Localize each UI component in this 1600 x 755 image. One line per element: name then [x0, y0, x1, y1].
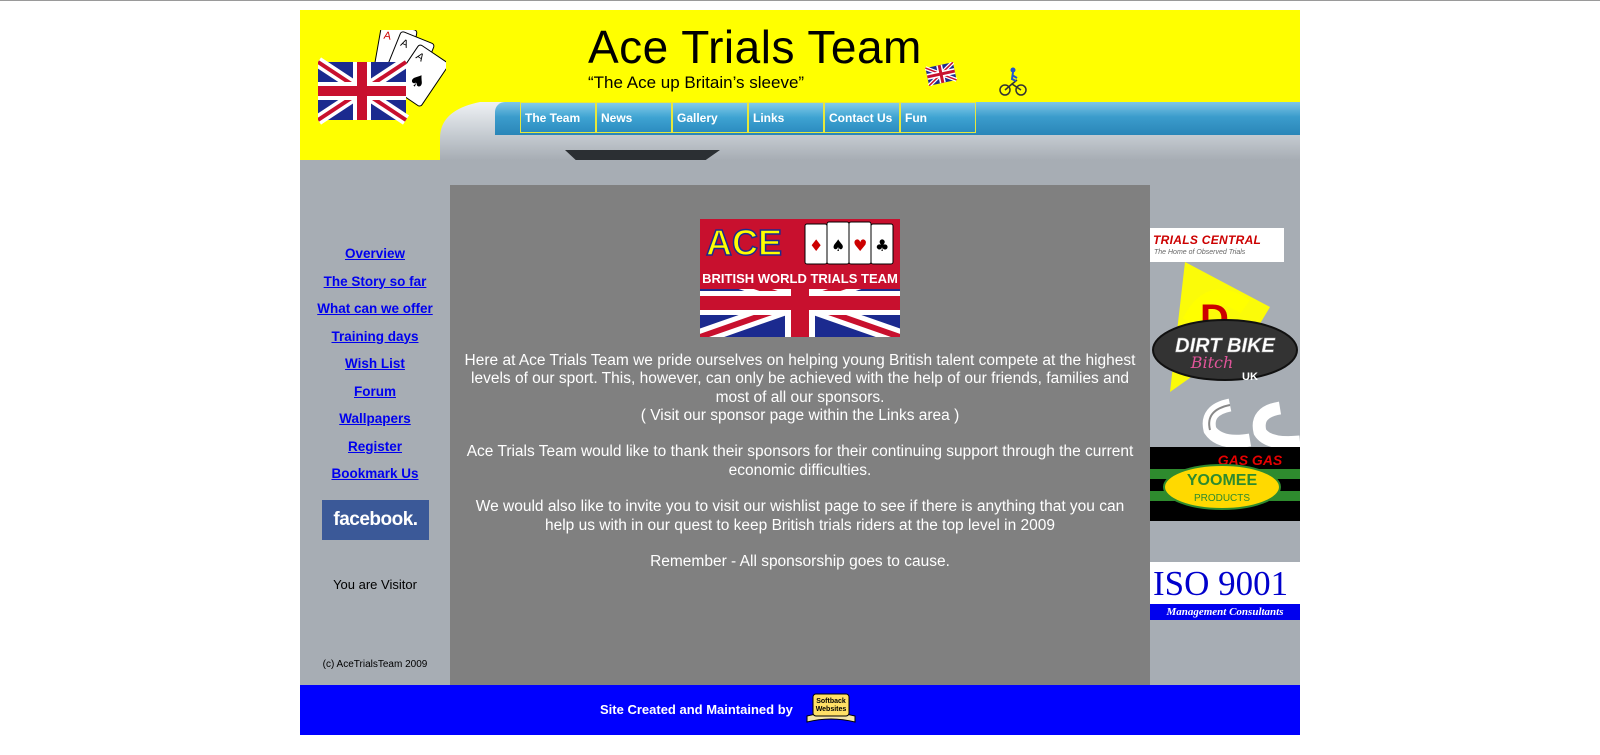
side-nav: Overview The Story so far What can we of… — [300, 245, 450, 493]
small-union-jack-icon — [925, 62, 957, 86]
iso-title: ISO 9001 — [1153, 564, 1289, 603]
svg-text:♣: ♣ — [875, 236, 889, 255]
visitor-counter: You are Visitor — [333, 577, 417, 592]
dirtbike-uk: UK — [1242, 371, 1258, 383]
trials-rider-icon — [999, 67, 1027, 96]
site-title: Ace Trials Team — [588, 21, 922, 73]
intro-paragraph-3: We would also like to invite you to visi… — [475, 498, 1125, 534]
intro-paragraph-4: Remember - All sponsorship goes to cause… — [650, 553, 950, 571]
iso-subtitle: Management Consultants — [1150, 604, 1300, 620]
nav-contact-us[interactable]: Contact Us — [824, 102, 900, 133]
intro-links-note: ( Visit our sponsor page within the Link… — [640, 406, 960, 424]
side-link-overview[interactable]: Overview — [300, 245, 450, 273]
side-link-story[interactable]: The Story so far — [300, 273, 450, 301]
nav-gallery[interactable]: Gallery — [672, 102, 748, 133]
banner-cards: ♦ ♠ ♥ ♣ — [804, 221, 894, 265]
yoomee-text: YOOMEE — [1187, 472, 1258, 489]
main-content: ACE ♦ ♠ ♥ ♣ BRITISH WORLD TRIALS TEAM He… — [450, 185, 1150, 695]
site-wrapper: A A A ♠ Ace Trials Team “The Ace up Brit… — [300, 10, 1300, 735]
main-nav: The Team News Gallery Links Contact Us F… — [520, 102, 976, 135]
sponsor-column: TRIALS CENTRAL The Home of Observed Tria… — [1150, 185, 1300, 695]
footer-credit: Site Created and Maintained by — [600, 702, 793, 717]
union-jack-cards-logo: A A A ♠ — [318, 30, 446, 125]
intro-paragraph-2: Ace Trials Team would like to thank thei… — [466, 443, 1134, 479]
footer: Site Created and Maintained by Softback … — [300, 685, 1300, 735]
intro-paragraph-1: Here at Ace Trials Team we pride ourselv… — [464, 352, 1136, 406]
gasgas-yoomee-logo[interactable]: GAS GAS YOOMEE PRODUCTS — [1150, 447, 1300, 521]
intro-text: Here at Ace Trials Team we pride ourselv… — [460, 352, 1140, 590]
top-border — [0, 0, 1600, 1]
facebook-badge[interactable]: facebook. — [322, 500, 429, 540]
badge-line-1: Softback — [816, 698, 846, 705]
left-sidebar: Overview The Story so far What can we of… — [300, 185, 450, 695]
trials-central-tagline: The Home of Observed Trials — [1154, 249, 1246, 256]
side-link-forum[interactable]: Forum — [300, 383, 450, 411]
side-link-offer[interactable]: What can we offer — [300, 300, 450, 328]
side-link-wishlist[interactable]: Wish List — [300, 355, 450, 383]
side-link-training[interactable]: Training days — [300, 328, 450, 356]
svg-text:♥: ♥ — [853, 236, 867, 255]
nav-news[interactable]: News — [596, 102, 672, 133]
badge-line-2: Websites — [816, 706, 847, 713]
nav-fun[interactable]: Fun — [900, 102, 976, 133]
svg-text:♠: ♠ — [831, 236, 845, 255]
side-link-bookmark[interactable]: Bookmark Us — [300, 465, 450, 493]
dirtbike-script: Bitch — [1190, 353, 1234, 372]
header: A A A ♠ Ace Trials Team “The Ace up Brit… — [300, 10, 1300, 178]
banner-ace-text: ACE — [706, 222, 782, 263]
nav-the-team[interactable]: The Team — [520, 102, 596, 133]
trials-central-logo[interactable]: TRIALS CENTRAL The Home of Observed Tria… — [1150, 228, 1284, 262]
side-link-register[interactable]: Register — [300, 438, 450, 466]
softback-websites-badge[interactable]: Softback Websites — [805, 692, 857, 724]
site-tagline: “The Ace up Britain’s sleeve” — [588, 73, 805, 92]
banner-subtitle: BRITISH WORLD TRIALS TEAM — [702, 271, 898, 286]
svg-text:♦: ♦ — [809, 236, 823, 255]
copyright: (c) AceTrialsTeam 2009 — [322, 659, 428, 670]
gg-swoosh-logo — [1202, 398, 1300, 449]
ace-team-banner: ACE ♦ ♠ ♥ ♣ BRITISH WORLD TRIALS TEAM — [700, 219, 900, 337]
iso-9001-logo[interactable]: ISO 9001 Management Consultants — [1150, 562, 1300, 620]
yoomee-sub: PRODUCTS — [1194, 493, 1250, 504]
dirt-bike-bitch-logo[interactable]: D DIRT BIKE Bitch UK — [1150, 262, 1300, 392]
side-link-wallpapers[interactable]: Wallpapers — [300, 410, 450, 438]
nav-links[interactable]: Links — [748, 102, 824, 133]
trials-central-name: TRIALS CENTRAL — [1153, 233, 1262, 247]
